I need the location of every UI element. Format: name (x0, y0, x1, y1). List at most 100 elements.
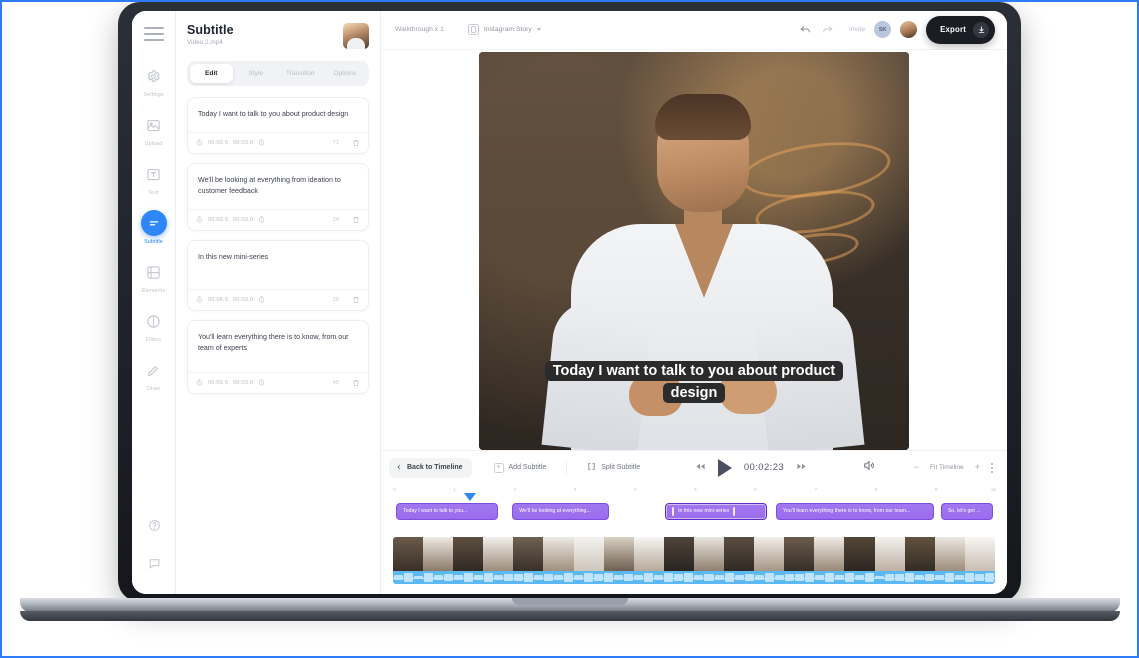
sidebar-item-upload[interactable]: Upload (134, 112, 174, 147)
sidebar-item-elements[interactable]: Elements (134, 259, 174, 294)
subtitle-card[interactable]: In this new mini-series 00:06.0 00:03.0 … (187, 239, 369, 311)
ruler-tick: 9 (934, 487, 938, 493)
subtitle-card[interactable]: We'll be looking at everything from idea… (187, 162, 369, 231)
panel-header: Subtitle Video 2.mp4 (187, 23, 369, 49)
trash-icon[interactable] (352, 379, 360, 387)
subtitle-icon (140, 210, 167, 236)
subtitle-clip-track: Today I want to talk to you... We'll be … (393, 502, 995, 521)
sidebar-item-draw[interactable]: Draw (134, 357, 174, 392)
rewind-icon[interactable] (695, 459, 706, 477)
timeline-clip[interactable]: So, let's get ... (940, 502, 993, 520)
subtitle-start-time[interactable]: 00:03.0 (208, 217, 228, 223)
story-format-icon (467, 24, 479, 36)
subtitle-card-meta: 00:09.0 00:03.0 45 (188, 371, 368, 393)
filmstrip-frame (663, 537, 694, 571)
subtitle-start-time[interactable]: 00:00.0 (208, 140, 228, 146)
avatar[interactable] (900, 21, 918, 39)
filmstrip-frame (784, 537, 815, 571)
top-bar-actions: Invite SK Export (799, 15, 995, 44)
clock-icon (258, 139, 265, 146)
video-preview[interactable]: Today I want to talk to you about produc… (479, 51, 909, 450)
subtitle-text[interactable]: You'll learn everything there is to know… (188, 321, 368, 372)
fit-timeline-label[interactable]: Fit Timeline (930, 464, 964, 471)
tab-style[interactable]: Style (235, 64, 278, 83)
timeline-clip-selected[interactable]: In this new mini-series (665, 502, 768, 520)
trash-icon[interactable] (352, 296, 360, 304)
subtitle-start-time[interactable]: 00:09.0 (208, 380, 228, 386)
transport-controls: 00:02:23 (695, 458, 807, 477)
kebab-menu-icon[interactable] (991, 462, 993, 473)
subtitle-text[interactable]: Today I want to talk to you about produc… (188, 98, 368, 132)
add-subtitle-button[interactable]: + Add Subtitle (493, 462, 546, 473)
subtitle-end-time[interactable]: 00:03.0 (233, 297, 253, 303)
chevron-down-icon (536, 28, 541, 32)
zoom-in-button[interactable]: + (975, 463, 980, 472)
export-button[interactable]: Export (926, 15, 995, 44)
fast-forward-icon[interactable] (796, 459, 807, 477)
trash-icon[interactable] (352, 139, 360, 147)
sidebar-item-filters[interactable]: Filters (134, 308, 174, 343)
panel-title-group: Subtitle Video 2.mp4 (187, 23, 234, 46)
subtitle-text[interactable]: We'll be looking at everything from idea… (188, 164, 368, 209)
gear-icon (141, 63, 167, 89)
invite-button[interactable]: Invite (849, 26, 865, 33)
help-icon[interactable] (141, 512, 167, 538)
breadcrumb[interactable]: Walkthrough x 1 (395, 26, 444, 33)
play-icon[interactable] (717, 458, 732, 477)
chat-icon[interactable] (141, 550, 167, 576)
subtitle-end-time[interactable]: 00:03.0 (233, 217, 253, 223)
zoom-out-button[interactable]: − (914, 463, 919, 472)
filmstrip-frame (423, 537, 454, 571)
top-bar: Walkthrough x 1 Instagram Story Invite S… (381, 11, 1007, 50)
filmstrip-frame (633, 537, 664, 571)
ruler-tick: 10 (990, 487, 997, 493)
subtitle-start-time[interactable]: 00:06.0 (208, 297, 228, 303)
video-caption-text: Today I want to talk to you about produc… (544, 360, 844, 404)
page-title: Subtitle (187, 23, 234, 37)
playhead[interactable] (464, 492, 477, 501)
person-hair (655, 93, 751, 140)
timeline-section: Back to Timeline + Add Subtitle Split Su… (381, 449, 1007, 594)
ruler-tick: 3 (573, 487, 577, 493)
video-stage: Today I want to talk to you about produc… (381, 49, 1007, 450)
subtitle-end-time[interactable]: 00:03.0 (233, 140, 253, 146)
tab-edit[interactable]: Edit (190, 64, 233, 83)
avatar[interactable] (343, 23, 369, 49)
timeline-ruler[interactable]: 0 1 2 3 4 5 6 7 8 9 10 (393, 485, 997, 501)
trash-icon[interactable] (352, 216, 360, 224)
laptop-base-foot (20, 611, 1120, 621)
subtitle-end-time[interactable]: 00:03.0 (233, 380, 253, 386)
project-format-selector[interactable]: Instagram Story (467, 24, 541, 36)
back-to-timeline-button[interactable]: Back to Timeline (389, 457, 472, 478)
subtitle-card[interactable]: You'll learn everything there is to know… (187, 319, 369, 394)
subtitle-text[interactable]: In this new mini-series (188, 241, 368, 289)
filmstrip-frame (934, 537, 965, 571)
sidebar-item-text[interactable]: Text (134, 161, 174, 196)
subtitle-card-meta: 00:00.0 00:03.0 71 (188, 131, 368, 153)
speaker-icon[interactable] (862, 459, 875, 477)
timeline-clip[interactable]: Today I want to talk to you... (396, 502, 499, 520)
sidebar-item-settings[interactable]: Settings (134, 63, 174, 98)
tab-options[interactable]: Options (324, 64, 367, 83)
timeline-clip[interactable]: You'll learn everything there is to know… (775, 502, 934, 520)
elements-icon (141, 259, 167, 285)
avatar[interactable]: SK (874, 21, 892, 39)
timeline-clip[interactable]: We'll be looking at everything... (512, 502, 609, 520)
view-controls: − Fit Timeline + (862, 459, 993, 477)
redo-arrow-icon[interactable] (821, 23, 834, 36)
project-format-label: Instagram Story (483, 26, 532, 34)
split-subtitle-button[interactable]: Split Subtitle (587, 462, 640, 473)
split-brackets-icon (587, 462, 596, 473)
video-track[interactable] (393, 537, 995, 584)
audio-waveform[interactable] (393, 571, 995, 584)
subtitle-card[interactable]: Today I want to talk to you about produc… (187, 97, 369, 154)
clip-resize-handle-left[interactable] (672, 506, 675, 516)
filmstrip-frame (603, 537, 634, 571)
tab-transition[interactable]: Transition (279, 64, 322, 83)
undo-arrow-icon[interactable] (799, 23, 812, 36)
sidebar-item-subtitle[interactable]: Subtitle (134, 210, 174, 245)
hamburger-icon[interactable] (143, 27, 164, 41)
file-name: Video 2.mp4 (187, 39, 223, 46)
subtitle-panel: Subtitle Video 2.mp4 Edit Style Transiti… (176, 11, 381, 594)
clip-resize-handle-right[interactable] (733, 506, 736, 516)
